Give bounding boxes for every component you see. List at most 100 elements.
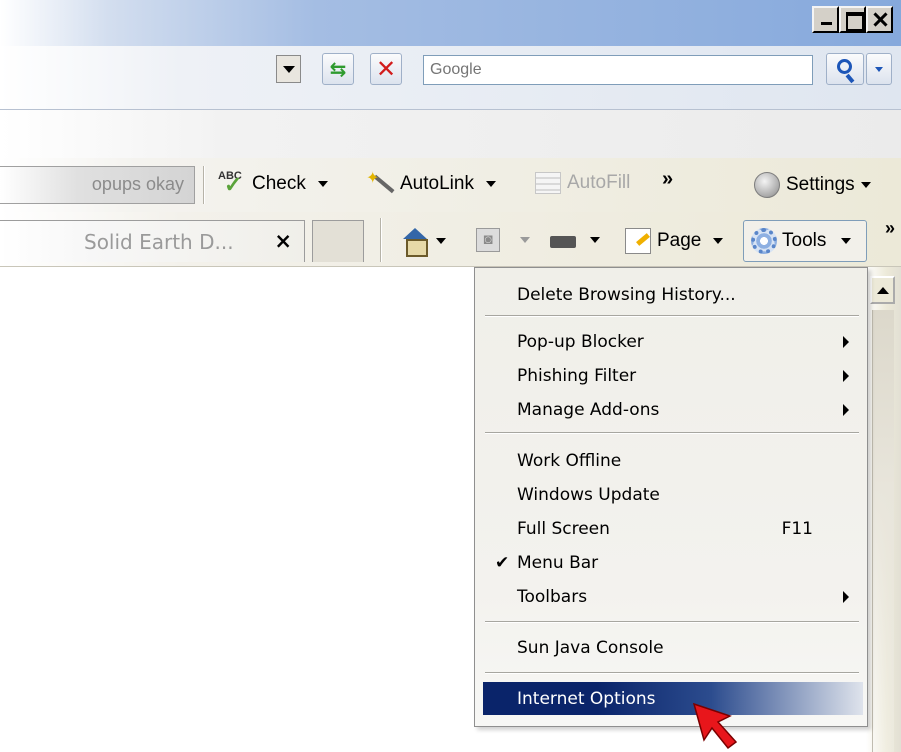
page-label: Page [657, 230, 702, 251]
popups-label: opups okay [91, 174, 184, 194]
menu-item-label: Delete Browsing History... [517, 284, 736, 305]
menu-item-label: Toolbars [517, 586, 588, 607]
rss-feed-icon: ◙ [476, 228, 500, 252]
checkmark-icon: ✔ [495, 552, 510, 573]
search-button[interactable] [826, 53, 864, 85]
chevron-up-icon [876, 286, 889, 294]
page-button[interactable]: Page [625, 228, 724, 254]
menu-item-label: Internet Options [517, 688, 656, 709]
menu-item-sun-java-console[interactable]: Sun Java Console [483, 631, 859, 664]
menu-item-work-offline[interactable]: Work Offline [483, 444, 859, 477]
menu-item-toolbars[interactable]: Toolbars [483, 580, 859, 613]
menu-item-phishing-filter[interactable]: Phishing Filter [483, 359, 859, 392]
command-bar-more-icon[interactable]: » [885, 218, 895, 239]
google-toolbar: opups okay ABC✓ Check AutoLink AutoFill … [0, 158, 901, 212]
feeds-button[interactable]: ◙ [476, 228, 530, 252]
close-tab-icon[interactable]: × [274, 229, 292, 253]
menu-item-label: Windows Update [517, 484, 660, 505]
chevron-down-icon [713, 238, 724, 244]
refresh-button[interactable]: ⇆ [322, 53, 354, 85]
check-label: Check [252, 173, 306, 194]
autofill-label: AutoFill [567, 172, 631, 193]
chevron-down-icon [436, 238, 446, 244]
home-button[interactable] [400, 228, 446, 257]
stop-button[interactable]: ✕ [370, 53, 402, 85]
menu-item-label: Sun Java Console [517, 637, 664, 658]
menu-item-windows-update[interactable]: Windows Update [483, 478, 859, 511]
spellcheck-icon: ABC ✓ [218, 170, 243, 197]
cursor-arrow-icon [692, 702, 738, 750]
toolbar-separator [380, 218, 382, 262]
menu-separator [485, 432, 859, 434]
search-icon [837, 59, 852, 74]
printer-icon [548, 228, 578, 252]
menu-separator [485, 621, 859, 623]
autolink-button[interactable]: AutoLink [366, 168, 496, 196]
submenu-arrow-icon [843, 591, 849, 603]
popups-okay-button[interactable]: opups okay [0, 166, 195, 204]
search-options-button[interactable] [866, 53, 892, 85]
menu-item-internet-options[interactable]: Internet Options [483, 682, 863, 715]
menu-item-popup-blocker[interactable]: Pop-up Blocker [483, 325, 859, 358]
chevron-down-icon [317, 181, 328, 187]
chevron-down-icon [841, 238, 852, 244]
chevron-down-icon [485, 181, 496, 187]
new-tab-button[interactable] [312, 220, 364, 262]
gear-icon [751, 228, 777, 254]
scroll-up-button[interactable] [870, 276, 895, 304]
settings-icon [754, 172, 780, 198]
menu-separator [485, 672, 859, 674]
tools-button[interactable]: Tools [743, 220, 867, 262]
search-input[interactable] [423, 55, 813, 85]
toolbar-separator [203, 166, 205, 204]
menu-bar-area [0, 110, 901, 158]
submenu-arrow-icon [843, 404, 849, 416]
menu-separator [485, 315, 859, 317]
print-button[interactable] [548, 228, 600, 252]
check-button[interactable]: ABC ✓ Check [218, 170, 328, 197]
menu-item-full-screen[interactable]: Full Screen F11 [483, 512, 859, 545]
more-chevron-icon: » [662, 168, 674, 190]
menu-item-delete-browsing-history[interactable]: Delete Browsing History... [483, 278, 859, 311]
chevron-down-icon [282, 65, 295, 73]
stop-icon: ✕ [375, 55, 397, 83]
submenu-arrow-icon [843, 370, 849, 382]
tab-active[interactable]: Solid Earth D... × [0, 220, 305, 262]
menu-shortcut: F11 [781, 518, 813, 539]
menu-item-menu-bar[interactable]: ✔ Menu Bar [483, 546, 859, 579]
menu-item-label: Work Offline [517, 450, 622, 471]
title-bar [0, 0, 901, 46]
chevron-down-icon [520, 237, 530, 243]
address-bar: ⇆ ✕ [0, 46, 901, 110]
close-button[interactable] [866, 6, 893, 33]
menu-item-manage-add-ons[interactable]: Manage Add-ons [483, 393, 859, 426]
menu-item-label: Pop-up Blocker [517, 331, 644, 352]
menu-item-label: Menu Bar [517, 552, 599, 573]
menu-item-label: Manage Add-ons [517, 399, 660, 420]
settings-label: Settings [786, 174, 855, 195]
home-icon [400, 228, 430, 257]
address-dropdown-button[interactable] [276, 55, 301, 83]
autofill-button[interactable]: AutoFill [535, 172, 630, 194]
settings-button[interactable]: Settings [754, 172, 871, 198]
autofill-icon [535, 172, 561, 194]
menu-item-label: Full Screen [517, 518, 610, 539]
chevron-down-icon [875, 66, 883, 72]
minimize-button[interactable] [812, 6, 839, 33]
autolink-label: AutoLink [400, 173, 474, 194]
tools-label: Tools [782, 230, 827, 251]
tools-menu: Delete Browsing History... Pop-up Blocke… [474, 267, 868, 727]
chevron-down-icon [590, 237, 600, 243]
window-controls [812, 6, 893, 33]
scrollbar-track[interactable] [872, 310, 894, 752]
refresh-icon: ⇆ [329, 57, 347, 81]
submenu-arrow-icon [843, 336, 849, 348]
page-icon [625, 228, 651, 254]
toolbar-more-button[interactable]: » [662, 168, 673, 191]
magic-wand-icon [366, 168, 394, 196]
tab-bar: Solid Earth D... × ◙ Page Tools » [0, 212, 901, 267]
tab-title: Solid Earth D... [84, 230, 234, 254]
menu-item-label: Phishing Filter [517, 365, 637, 386]
maximize-button[interactable] [839, 6, 866, 33]
chevron-down-icon [860, 182, 871, 188]
